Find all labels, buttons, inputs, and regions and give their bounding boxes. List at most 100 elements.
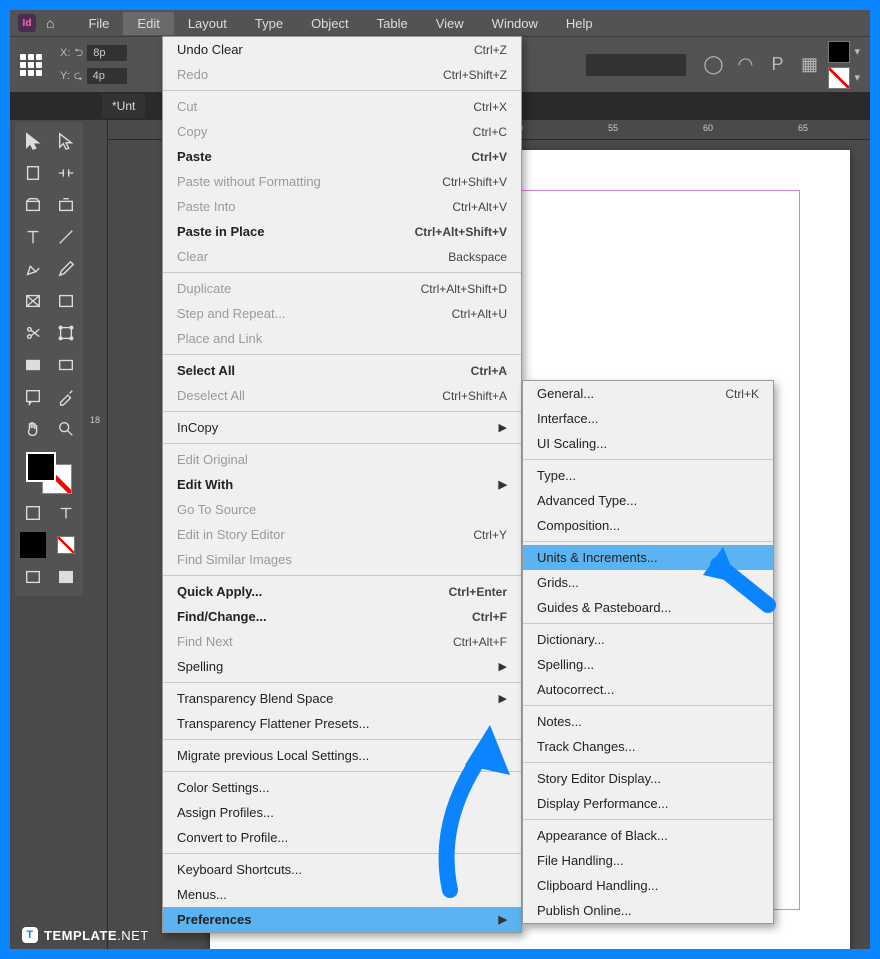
format-container-icon[interactable] — [20, 500, 46, 526]
pref-submenu-item[interactable]: File Handling... — [523, 848, 773, 873]
rectangle-frame-icon[interactable] — [20, 288, 46, 314]
shortcut: Ctrl+Y — [473, 528, 507, 542]
menu-type[interactable]: Type — [241, 12, 297, 35]
color-apply-fill-icon[interactable] — [20, 532, 46, 558]
hand-tool-icon[interactable] — [20, 416, 46, 442]
menu-object[interactable]: Object — [297, 12, 363, 35]
view-mode-normal-icon[interactable] — [20, 564, 46, 590]
scissors-tool-icon[interactable] — [20, 320, 46, 346]
edit-menu-item[interactable]: InCopy▶ — [163, 415, 521, 440]
view-mode-preview-icon[interactable] — [53, 564, 79, 590]
shortcut: Ctrl+C — [473, 125, 507, 139]
content-placer-icon[interactable] — [53, 192, 79, 218]
x-field[interactable]: 8p — [87, 45, 127, 61]
gap-tool-icon[interactable] — [53, 160, 79, 186]
direct-selection-tool-icon[interactable] — [53, 128, 79, 154]
pref-submenu-item[interactable]: Composition... — [523, 513, 773, 538]
edit-menu-item[interactable]: Preferences▶ — [163, 907, 521, 932]
menu-edit[interactable]: Edit — [123, 12, 173, 35]
pref-submenu-item[interactable]: Appearance of Black... — [523, 823, 773, 848]
zoom-tool-icon[interactable] — [53, 416, 79, 442]
separator — [523, 705, 773, 706]
menu-label: Story Editor Display... — [537, 771, 759, 786]
stroke-swatch[interactable] — [828, 67, 850, 89]
pref-submenu-item[interactable]: Autocorrect... — [523, 677, 773, 702]
pen-tool-icon[interactable] — [20, 256, 46, 282]
menu-layout[interactable]: Layout — [174, 12, 241, 35]
content-collector-icon[interactable] — [20, 192, 46, 218]
type-tool-icon[interactable] — [20, 224, 46, 250]
menu-view[interactable]: View — [422, 12, 478, 35]
selection-tool-icon[interactable] — [20, 128, 46, 154]
fill-swatch[interactable] — [828, 41, 850, 63]
pencil-tool-icon[interactable] — [53, 256, 79, 282]
paragraph-icon[interactable]: P — [764, 52, 790, 78]
free-transform-icon[interactable] — [53, 320, 79, 346]
rectangle-tool-icon[interactable] — [53, 288, 79, 314]
edit-menu-item[interactable]: Transparency Blend Space▶ — [163, 686, 521, 711]
note-tool-icon[interactable] — [20, 384, 46, 410]
line-tool-icon[interactable] — [53, 224, 79, 250]
pref-submenu-item[interactable]: Notes... — [523, 709, 773, 734]
edit-menu-item[interactable]: Spelling▶ — [163, 654, 521, 679]
document-tab[interactable]: *Unt — [102, 94, 145, 118]
annotation-arrow-icon — [430, 710, 520, 900]
watermark-icon: T — [22, 927, 38, 943]
menu-window[interactable]: Window — [478, 12, 552, 35]
watermark: T TEMPLATE.NET — [22, 927, 149, 943]
options-dropdown[interactable] — [586, 54, 686, 76]
edit-menu-item[interactable]: Quick Apply...Ctrl+Enter — [163, 579, 521, 604]
edit-menu-item: ClearBackspace — [163, 244, 521, 269]
pref-submenu-item[interactable]: Clipboard Handling... — [523, 873, 773, 898]
y-arrow-icon: ⮎ — [74, 67, 83, 86]
menu-label: Paste without Formatting — [177, 174, 442, 189]
edit-menu-item[interactable]: Edit With▶ — [163, 472, 521, 497]
separator — [523, 819, 773, 820]
eyedropper-tool-icon[interactable] — [53, 384, 79, 410]
pref-submenu-item[interactable]: Type... — [523, 463, 773, 488]
pref-submenu-item[interactable]: Dictionary... — [523, 627, 773, 652]
pref-submenu-item[interactable]: UI Scaling... — [523, 431, 773, 456]
submenu-arrow-icon: ▶ — [499, 478, 507, 491]
gradient-feather-icon[interactable] — [53, 352, 79, 378]
menu-help[interactable]: Help — [552, 12, 607, 35]
reference-point-grid[interactable] — [20, 54, 42, 76]
shortcut: Ctrl+K — [725, 387, 759, 401]
menu-label: Advanced Type... — [537, 493, 759, 508]
format-text-icon[interactable] — [53, 500, 79, 526]
pref-submenu-item[interactable]: General...Ctrl+K — [523, 381, 773, 406]
edit-menu-item[interactable]: PasteCtrl+V — [163, 144, 521, 169]
menu-label: Find Next — [177, 634, 453, 649]
edit-menu-item[interactable]: Paste in PlaceCtrl+Alt+Shift+V — [163, 219, 521, 244]
menu-file[interactable]: File — [74, 12, 123, 35]
fill-stroke-swatches[interactable] — [24, 452, 74, 494]
shortcut: Ctrl+A — [471, 364, 507, 378]
rotate-ccw-icon[interactable]: ◯ — [700, 52, 726, 78]
gradient-swatch-icon[interactable] — [20, 352, 46, 378]
rotate-cw-icon[interactable]: ◠ — [732, 52, 758, 78]
edit-menu-item[interactable]: Undo ClearCtrl+Z — [163, 37, 521, 62]
menu-table[interactable]: Table — [363, 12, 422, 35]
y-field[interactable]: 4p — [87, 68, 127, 84]
separator — [163, 411, 521, 412]
pref-submenu-item[interactable]: Advanced Type... — [523, 488, 773, 513]
pref-submenu-item[interactable]: Story Editor Display... — [523, 766, 773, 791]
edit-menu-item[interactable]: Find/Change...Ctrl+F — [163, 604, 521, 629]
menu-label: Deselect All — [177, 388, 442, 403]
ruler-tick: 65 — [798, 123, 808, 133]
pref-submenu-item[interactable]: Spelling... — [523, 652, 773, 677]
pref-submenu-item[interactable]: Publish Online... — [523, 898, 773, 923]
pref-submenu-item[interactable]: Track Changes... — [523, 734, 773, 759]
home-icon[interactable]: ⌂ — [46, 15, 54, 31]
color-apply-none-icon[interactable] — [53, 532, 79, 558]
page-tool-icon[interactable] — [20, 160, 46, 186]
edit-menu-item[interactable]: Select AllCtrl+A — [163, 358, 521, 383]
shortcut: Ctrl+Alt+Shift+D — [421, 282, 507, 296]
grid-icon[interactable]: ▦ — [796, 52, 822, 78]
submenu-arrow-icon: ▶ — [499, 421, 507, 434]
menu-label: Paste Into — [177, 199, 452, 214]
shortcut: Ctrl+Alt+Shift+V — [415, 225, 507, 239]
separator — [523, 762, 773, 763]
pref-submenu-item[interactable]: Interface... — [523, 406, 773, 431]
pref-submenu-item[interactable]: Display Performance... — [523, 791, 773, 816]
